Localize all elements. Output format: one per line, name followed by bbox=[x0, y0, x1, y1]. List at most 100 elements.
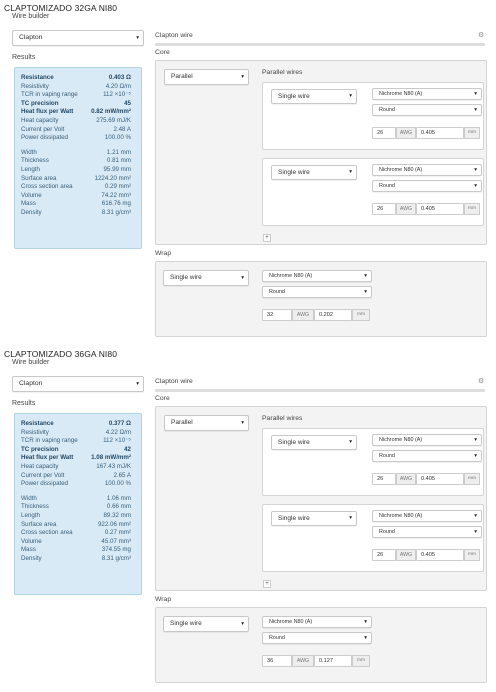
wire-material-select[interactable]: Nichrome N80 (A) ▾ bbox=[372, 510, 482, 522]
result-label: TCR in vaping range bbox=[21, 437, 78, 445]
wire-material-select[interactable]: Nichrome N80 (A) ▾ bbox=[372, 434, 482, 446]
diameter-input[interactable]: 0.405 bbox=[416, 127, 464, 139]
diameter-input[interactable]: 0.405 bbox=[416, 549, 464, 561]
wire-panel: CLAPTOMIZADO 36GA NI80 Wire builder Clapt… bbox=[0, 346, 496, 692]
wrap-material-select-value: Nichrome N80 (A) bbox=[269, 273, 313, 279]
wrap-material-select[interactable]: Nichrome N80 (A) ▾ bbox=[262, 616, 372, 628]
wire-type-select[interactable]: Clapton ▾ bbox=[12, 30, 144, 46]
result-label: Current per Volt bbox=[21, 125, 65, 133]
wire-type-select[interactable]: Clapton ▾ bbox=[12, 376, 144, 392]
wire-kind-select[interactable]: Single wire ▾ bbox=[271, 435, 357, 450]
result-row-resistance: Resistance 0.377 Ω bbox=[21, 420, 131, 428]
chevron-down-icon: ▾ bbox=[474, 91, 477, 97]
result-label: Cross section area bbox=[21, 183, 73, 191]
result-row-tcr: TCR in vaping range 112 ×10⁻⁵ bbox=[21, 437, 131, 445]
wrap-awg-input[interactable]: 36 bbox=[262, 655, 292, 667]
gear-icon[interactable]: ⚙ bbox=[478, 377, 484, 385]
core-type-select[interactable]: Parallel ▾ bbox=[164, 415, 249, 431]
awg-input[interactable]: 26 bbox=[372, 127, 396, 139]
wire-kind-select-value: Single wire bbox=[278, 169, 310, 176]
result-row-length: Length 89.32 mm bbox=[21, 512, 131, 520]
result-value: 0.81 mm bbox=[106, 157, 131, 165]
result-row-heat-capacity: Heat capacity 167.43 mJ/K bbox=[21, 463, 131, 471]
wire-shape-select[interactable]: Round ▾ bbox=[372, 180, 482, 192]
result-value: 1224.20 mm² bbox=[94, 174, 131, 182]
result-label: Power dissipated bbox=[21, 134, 69, 142]
result-label: Density bbox=[21, 555, 42, 562]
result-value: 0.27 mm² bbox=[104, 529, 131, 537]
wire-shape-select-value: Round bbox=[379, 453, 395, 459]
core-label: Core bbox=[155, 395, 170, 402]
chevron-down-icon: ▾ bbox=[364, 273, 367, 279]
wire-shape-select-value: Round bbox=[379, 107, 395, 113]
chevron-down-icon: ▾ bbox=[364, 619, 367, 625]
diameter-input[interactable]: 0.405 bbox=[416, 473, 464, 485]
awg-input[interactable]: 26 bbox=[372, 549, 396, 561]
result-row-tc-precision: TC precision 45 bbox=[21, 100, 131, 108]
result-value: 8.31 g/cm³ bbox=[101, 555, 131, 562]
result-label: Heat flux per Watt bbox=[21, 454, 74, 462]
diameter-input[interactable]: 0.405 bbox=[416, 203, 464, 215]
awg-input[interactable]: 26 bbox=[372, 473, 396, 485]
wire-material-select-value: Nichrome N80 (A) bbox=[379, 513, 423, 519]
wrap-kind-select[interactable]: Single wire ▾ bbox=[163, 616, 249, 632]
wire-material-select[interactable]: Nichrome N80 (A) ▾ bbox=[372, 164, 482, 176]
parallel-wires-label: Parallel wires bbox=[262, 415, 303, 422]
result-value: 1.08 mW/mm² bbox=[91, 454, 131, 462]
add-wire-button[interactable]: + bbox=[263, 234, 271, 242]
result-row-thickness: Thickness 0.81 mm bbox=[21, 157, 131, 165]
awg-input[interactable]: 26 bbox=[372, 203, 396, 215]
wire-kind-select[interactable]: Single wire ▾ bbox=[271, 165, 357, 180]
result-value: 8.31 g/cm³ bbox=[101, 209, 131, 216]
panel-title: CLAPTOMIZADO 36GA NI80 bbox=[4, 349, 118, 359]
wrap-shape-select-value: Round bbox=[269, 635, 285, 641]
wire-shape-select[interactable]: Round ▾ bbox=[372, 104, 482, 116]
result-value: 4.20 Ω/m bbox=[105, 82, 131, 90]
wrap-kind-select[interactable]: Single wire ▾ bbox=[163, 270, 249, 286]
wrap-shape-select[interactable]: Round ▾ bbox=[262, 286, 372, 298]
results-heading: Results bbox=[12, 400, 36, 407]
result-label: TC precision bbox=[21, 99, 59, 107]
chevron-down-icon: ▾ bbox=[349, 515, 352, 521]
result-label: Volume bbox=[21, 537, 42, 545]
result-row-cross-section: Cross section area 0.29 mm² bbox=[21, 183, 131, 191]
core-type-select[interactable]: Parallel ▾ bbox=[164, 69, 249, 85]
result-value: 1.21 mm bbox=[106, 148, 131, 156]
chevron-down-icon: ▾ bbox=[364, 635, 367, 641]
result-value: 0.377 Ω bbox=[108, 420, 131, 427]
wrap-shape-select[interactable]: Round ▾ bbox=[262, 632, 372, 644]
wire-material-select-value: Nichrome N80 (A) bbox=[379, 437, 423, 443]
result-label: Current per Volt bbox=[21, 471, 65, 479]
result-value: 0.82 mW/mm² bbox=[91, 108, 131, 116]
result-value: 4.22 Ω/m bbox=[105, 428, 131, 436]
wrap-awg-unit-label: AWG bbox=[292, 655, 314, 667]
result-value: 2.48 A bbox=[113, 125, 131, 133]
wire-shape-select[interactable]: Round ▾ bbox=[372, 450, 482, 462]
chevron-down-icon: ▾ bbox=[241, 420, 244, 426]
wrap-diameter-input[interactable]: 0.202 bbox=[314, 309, 352, 321]
wire-kind-select[interactable]: Single wire ▾ bbox=[271, 511, 357, 526]
wrap-kind-select-value: Single wire bbox=[170, 274, 202, 281]
gear-icon[interactable]: ⚙ bbox=[478, 31, 484, 39]
chevron-down-icon: ▾ bbox=[241, 275, 244, 281]
result-row-density: Density 8.31 g/cm³ bbox=[21, 555, 131, 563]
add-wire-button[interactable]: + bbox=[263, 580, 271, 588]
result-row-surface-area: Surface area 1224.20 mm² bbox=[21, 175, 131, 183]
wrap-diameter-input[interactable]: 0.127 bbox=[314, 655, 352, 667]
result-label: Length bbox=[21, 512, 40, 519]
result-row-heat-flux: Heat flux per Watt 0.82 mW/mm² bbox=[21, 108, 131, 116]
result-row-resistivity: Resistivity 4.20 Ω/m bbox=[21, 83, 131, 91]
result-row-volume: Volume 45.07 mm³ bbox=[21, 538, 131, 546]
wrap-awg-input[interactable]: 32 bbox=[262, 309, 292, 321]
results-heading: Results bbox=[12, 54, 36, 61]
wire-material-select[interactable]: Nichrome N80 (A) ▾ bbox=[372, 88, 482, 100]
wrap-material-select[interactable]: Nichrome N80 (A) ▾ bbox=[262, 270, 372, 282]
result-label: TC precision bbox=[21, 445, 59, 453]
result-row-resistance: Resistance 0.403 Ω bbox=[21, 74, 131, 82]
result-value: 0.66 mm bbox=[106, 503, 131, 511]
result-row-density: Density 8.31 g/cm³ bbox=[21, 209, 131, 217]
wire-shape-select[interactable]: Round ▾ bbox=[372, 526, 482, 538]
result-label: Mass bbox=[21, 200, 36, 208]
result-row-current-per-volt: Current per Volt 2.48 A bbox=[21, 126, 131, 134]
wire-kind-select[interactable]: Single wire ▾ bbox=[271, 89, 357, 104]
